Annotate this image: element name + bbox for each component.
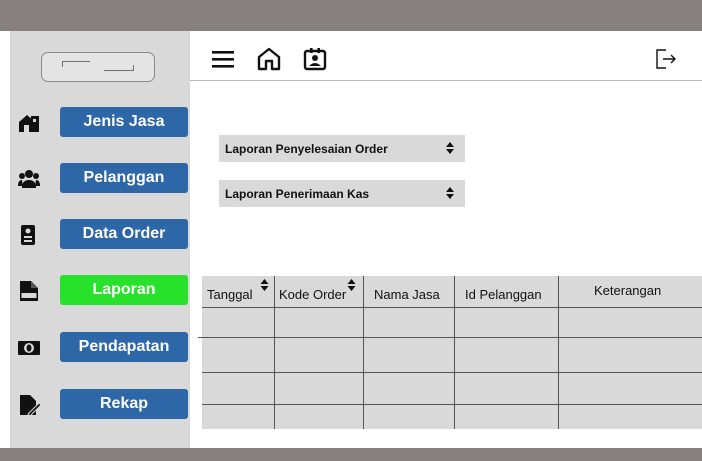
sidebar-item-pendapatan[interactable]: Pendapatan xyxy=(18,332,188,362)
logout-icon[interactable] xyxy=(652,46,678,72)
select-label: Laporan Penerimaan Kas xyxy=(225,187,370,201)
bottom-bar xyxy=(0,448,702,461)
menu-icon[interactable] xyxy=(210,46,236,72)
table-header-kode-order[interactable]: Kode Order xyxy=(275,276,363,307)
report-select-penerimaan-kas[interactable]: Laporan Penerimaan Kas xyxy=(219,180,465,207)
sidebar-item-label[interactable]: Pelanggan xyxy=(60,163,188,193)
sidebar-item-label[interactable]: Rekap xyxy=(60,389,188,419)
sort-arrows-icon[interactable] xyxy=(260,278,269,292)
report-select-penyelesaian-order[interactable]: Laporan Penyelesaian Order xyxy=(219,135,465,162)
sort-arrows-icon xyxy=(446,142,454,154)
table-header-keterangan: Keterangan xyxy=(594,283,662,298)
money-icon xyxy=(18,341,40,355)
sort-arrows-icon xyxy=(446,187,454,199)
sidebar-item-label[interactable]: Data Order xyxy=(60,219,188,249)
table-row[interactable] xyxy=(202,308,702,337)
select-label: Laporan Penyelesaian Order xyxy=(225,142,388,156)
sidebar-item-jenis-jasa[interactable]: Jenis Jasa xyxy=(18,107,188,137)
logo-corner-bottom xyxy=(104,65,134,71)
sidebar: Jenis Jasa Pelanggan Data Order Laporan … xyxy=(10,31,190,448)
report-table: Tanggal Kode Order Nama Jasa Id Pelangga… xyxy=(198,276,702,429)
sidebar-item-laporan[interactable]: Laporan xyxy=(18,275,188,305)
sidebar-item-pelanggan[interactable]: Pelanggan xyxy=(18,163,188,193)
table-row[interactable] xyxy=(202,338,702,372)
sidebar-item-label[interactable]: Laporan xyxy=(60,275,188,305)
house-icon xyxy=(19,115,39,132)
edit-file-icon xyxy=(20,395,40,416)
table-row[interactable] xyxy=(202,373,702,404)
sidebar-item-rekap[interactable]: Rekap xyxy=(18,389,188,419)
users-icon xyxy=(18,170,40,188)
logo-placeholder xyxy=(41,52,155,82)
doc-file-icon xyxy=(20,281,38,301)
table-header-id-pelanggan: Id Pelanggan xyxy=(465,287,542,302)
sidebar-item-data-order[interactable]: Data Order xyxy=(18,219,188,249)
sidebar-item-label[interactable]: Jenis Jasa xyxy=(60,107,188,137)
id-card-icon[interactable] xyxy=(302,46,328,72)
table-header-tanggal[interactable]: Tanggal xyxy=(202,276,274,307)
table-header-nama-jasa: Nama Jasa xyxy=(374,287,440,302)
top-bar xyxy=(0,0,702,31)
sort-arrows-icon[interactable] xyxy=(347,278,356,292)
toolbar xyxy=(190,31,702,81)
order-document-icon xyxy=(21,225,35,245)
app-window: Jenis Jasa Pelanggan Data Order Laporan … xyxy=(0,0,702,461)
table-row[interactable] xyxy=(202,405,702,429)
home-icon[interactable] xyxy=(256,46,282,72)
logo-corner-top xyxy=(62,61,90,67)
sidebar-item-label[interactable]: Pendapatan xyxy=(60,332,188,362)
